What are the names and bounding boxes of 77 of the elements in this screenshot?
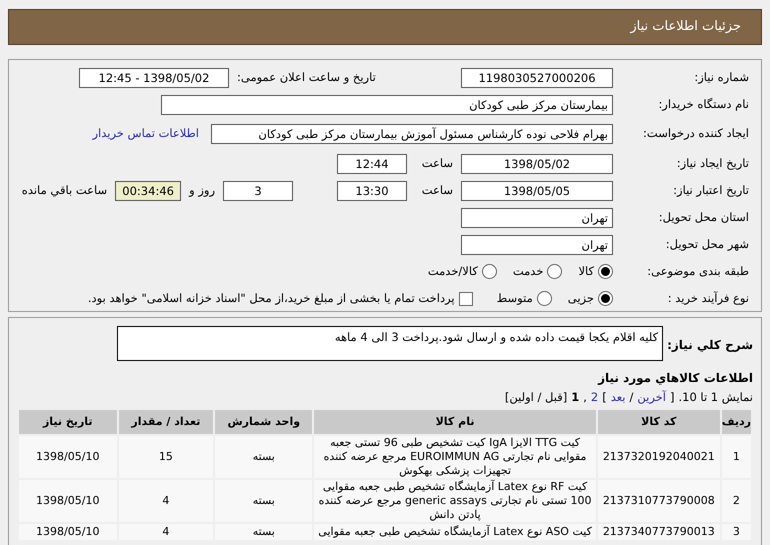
- radio-button[interactable]: [598, 264, 613, 279]
- column-header: تعداد / مقدار: [118, 409, 214, 436]
- table-cell: کیت ASO نوع Latex آزمایشگاه تشخیص طبی جعبه مقوایی: [313, 523, 597, 542]
- page-link[interactable]: 2: [590, 389, 598, 406]
- table-cell: 1398/05/10: [18, 479, 118, 524]
- table-cell: 2137320192040021: [596, 435, 721, 480]
- text-field[interactable]: تهران: [461, 234, 613, 254]
- text-field[interactable]: بیمارستان مرکز طبی کودکان: [161, 94, 613, 114]
- radio-label: کالا: [578, 262, 594, 280]
- text-field[interactable]: 3: [223, 180, 293, 200]
- pagination-text: نمایش 1 تا 10.: [678, 389, 753, 406]
- field-label: نام دستگاه خریدار:: [657, 96, 749, 113]
- radio-label: خدمت: [512, 262, 544, 280]
- text-field[interactable]: 1198030527000206: [461, 68, 613, 88]
- section-title: اطلاعات کالاهاي مورد نیاز: [596, 370, 753, 387]
- table-cell: بسته: [214, 523, 314, 542]
- text-field[interactable]: 00:34:46: [115, 180, 182, 200]
- table-cell: 15: [118, 435, 214, 480]
- field-label: استان محل تحویل:: [658, 208, 749, 226]
- table-cell: بسته: [214, 435, 314, 480]
- last-link[interactable]: آخرین: [637, 389, 666, 406]
- table-cell: کیت TTG الایزا IgA کیت تشخیص طبی 96 تستی جعبه مقوایی نام تجارتی EUROIMMUN AG مرجع عرضه کننده تجهیزات پزشکی بهکوش: [313, 435, 597, 480]
- description-box: کلیه اقلام یکجا قیمت داده شده و ارسال شود.پرداخت 3 الی 4 ماهه: [117, 326, 664, 361]
- text-field[interactable]: بهرام فلاحی نوده کارشناس مسئول آموزش بیمارستان مرکز طبی کودکان: [211, 124, 613, 144]
- column-header: ردیف: [720, 409, 752, 436]
- pagination-text: ]: [602, 389, 607, 406]
- table-cell: 2137310773790008: [596, 479, 721, 524]
- text-field[interactable]: 1398/05/05: [461, 180, 613, 200]
- field-label: ساعت: [420, 182, 453, 199]
- field-label: ساعت: [420, 154, 453, 172]
- radio-label: متوسط: [496, 290, 533, 307]
- pagination-text: [قبل / اولین]: [504, 389, 568, 406]
- radio-button[interactable]: [547, 264, 562, 279]
- table-cell: کیت RF نوع Latex آزمایشگاه تشخیص طبی جعبه مقوایی 100 تستی نام تجارتی generic assays مرجع عرضه کننده پادتن دانش: [313, 479, 597, 524]
- text-field[interactable]: تهران: [461, 208, 613, 228]
- field-label: ایجاد کننده درخواست:: [642, 125, 749, 142]
- pagination-text: ,: [583, 389, 587, 406]
- radio-button[interactable]: [482, 264, 497, 279]
- text-field[interactable]: 1398/05/02: [461, 154, 613, 174]
- text-field[interactable]: 13:30: [337, 180, 407, 200]
- table-cell: 2: [720, 479, 752, 524]
- pagination-text: [: [670, 389, 674, 406]
- next-link[interactable]: بعد: [610, 389, 626, 406]
- checkbox-label: پرداخت تمام یا بخشی از مبلغ خرید،از محل "اسناد خزانه اسلامی" خواهد بود.: [88, 290, 455, 307]
- checkbox[interactable]: [458, 292, 473, 306]
- field-label: طبقه بندی موضوعی:: [646, 262, 749, 280]
- field-label: شماره نیاز:: [693, 68, 749, 86]
- pagination-text: /: [630, 389, 634, 406]
- text-field[interactable]: 1398/05/02 - 12:45: [79, 68, 229, 88]
- table-cell: 2137340773790013: [596, 523, 721, 542]
- column-header: تاریخ نیاز: [18, 409, 118, 436]
- field-label: شرح کلي نیاز:: [667, 337, 753, 354]
- contact-link[interactable]: اطلاعات تماس خریدار: [92, 125, 199, 143]
- table-cell: 4: [118, 523, 214, 542]
- field-label: ساعت باقي مانده: [22, 182, 108, 199]
- field-label: روز و: [189, 182, 215, 199]
- radio-label: کالا/خدمت: [428, 262, 478, 280]
- text-field[interactable]: 12:44: [337, 154, 407, 174]
- current-page: 1: [571, 389, 580, 406]
- page-header: جزئیات اطلاعات نیاز: [8, 9, 762, 45]
- column-header: کد کالا: [596, 409, 721, 436]
- field-label: تاریخ اعتبار نیاز:: [672, 182, 749, 199]
- table-cell: 1398/05/10: [18, 523, 118, 542]
- table-cell: بسته: [214, 479, 314, 524]
- field-label: تاریخ ایجاد نیاز:: [676, 154, 749, 172]
- table-cell: 4: [118, 479, 214, 524]
- field-label: نوع فرآیند خرید :: [666, 290, 749, 307]
- column-header: نام کالا: [313, 409, 597, 436]
- table-cell: 1: [720, 435, 752, 480]
- column-header: واحد شمارش: [214, 409, 314, 436]
- table-cell: 1398/05/10: [18, 435, 118, 480]
- radio-label: جزیی: [568, 290, 594, 307]
- field-label: شهر محل تحویل:: [664, 236, 749, 253]
- field-label: تاریخ و ساعت اعلان عمومی:: [237, 68, 376, 86]
- radio-button[interactable]: [598, 291, 613, 306]
- radio-button[interactable]: [536, 291, 552, 306]
- table-cell: 3: [720, 523, 752, 542]
